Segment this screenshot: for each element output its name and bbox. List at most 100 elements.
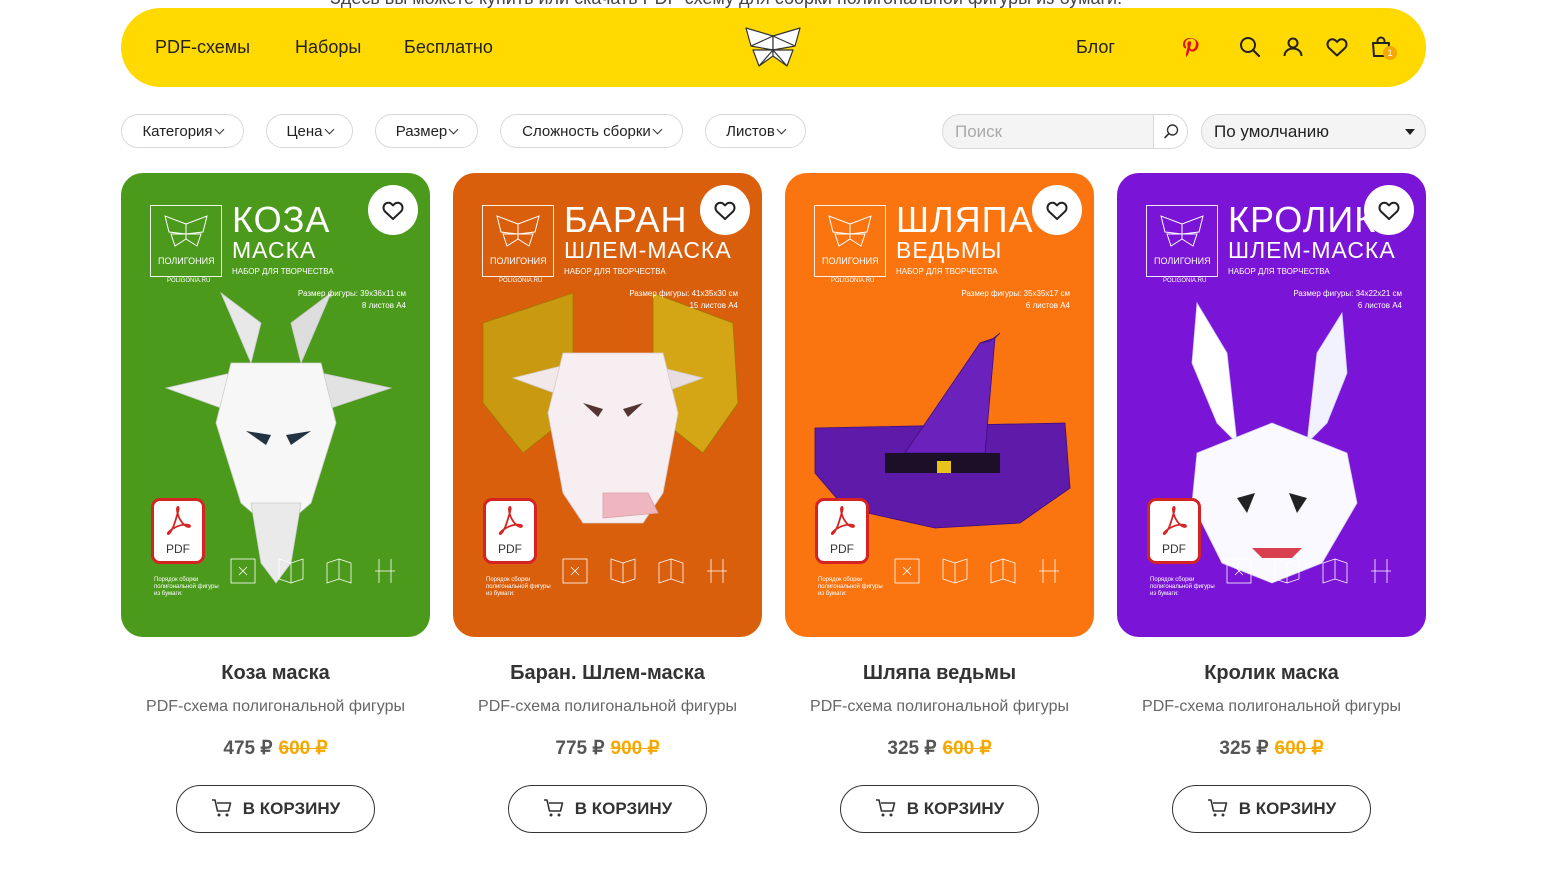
product-subtitle: PDF-схема полигональной фигуры <box>478 698 737 715</box>
pdf-label: PDF <box>166 542 190 556</box>
assembly-steps-icons <box>894 558 1059 584</box>
nav-pdf-schemes[interactable]: PDF-схемы <box>155 37 250 58</box>
poster-subtitle: ШЛЕМ-МАСКА <box>1228 237 1396 263</box>
assembly-order-text: Порядок сборки полигональной фигуры из б… <box>486 577 551 597</box>
poster-kit-label: НАБОР ДЛЯ ТВОРЧЕСТВА <box>232 267 334 276</box>
add-to-cart-button[interactable]: В КОРЗИНУ <box>840 785 1039 833</box>
product-name[interactable]: Кролик маска <box>1117 662 1426 685</box>
filter-difficulty[interactable]: Сложность сборки <box>500 114 683 148</box>
filter-sheets[interactable]: Листов <box>705 114 806 148</box>
brand-name: ПОЛИГОНИЯ <box>822 256 879 266</box>
product-name[interactable]: Коза маска <box>121 662 430 685</box>
product-name[interactable]: Баран. Шлем-маска <box>453 662 762 685</box>
pdf-file-icon: PDF <box>483 498 537 564</box>
poster-title: КРОЛИК <box>1228 199 1377 240</box>
add-to-cart-button[interactable]: В КОРЗИНУ <box>1172 785 1371 833</box>
add-to-cart-label: В КОРЗИНУ <box>1238 799 1337 818</box>
chevron-down-icon <box>214 124 225 135</box>
butterfly-icon <box>164 215 208 247</box>
heart-icon <box>1046 201 1068 220</box>
pdf-label: PDF <box>830 542 854 556</box>
illustration-facet <box>290 291 332 365</box>
nav-blog[interactable]: Блог <box>1076 37 1115 58</box>
brand-site: POLIGONIA.RU <box>1163 278 1207 284</box>
add-to-cart-button[interactable]: В КОРЗИНУ <box>508 785 707 833</box>
illustration-facet <box>220 291 262 365</box>
site-header: PDF-схемы Наборы Бесплатно Блог 1 <box>121 8 1426 87</box>
sort-select-value: По умолчанию <box>1214 122 1329 141</box>
favorite-button[interactable] <box>1364 185 1414 235</box>
poster-subtitle: ВЕДЬМЫ <box>896 237 1003 263</box>
poster-sheets-text: 8 листов А4 <box>361 301 406 310</box>
filter-size[interactable]: Размер <box>375 114 478 148</box>
butterfly-icon <box>828 215 872 247</box>
current-price: 475 ₽ <box>223 738 273 759</box>
heart-icon[interactable] <box>1325 35 1349 59</box>
filter-price-label: Цена <box>286 123 323 140</box>
chevron-down-icon <box>324 124 334 135</box>
current-price: 325 ₽ <box>887 738 937 759</box>
brand-site: POLIGONIA.RU <box>167 278 211 284</box>
add-to-cart-label: В КОРЗИНУ <box>242 799 341 818</box>
add-to-cart-button[interactable]: В КОРЗИНУ <box>176 785 375 833</box>
search-input[interactable] <box>943 115 1153 148</box>
product-card-4: ПОЛИГОНИЯ POLIGONIA.RU КРОЛИК ШЛЕМ-МАСКА… <box>1117 173 1426 833</box>
chevron-down-icon <box>448 124 459 135</box>
old-price: 900 ₽ <box>610 738 660 759</box>
product-image[interactable]: ПОЛИГОНИЯ POLIGONIA.RU БАРАН ШЛЕМ-МАСКА … <box>453 173 762 637</box>
product-subtitle: PDF-схема полигональной фигуры <box>146 698 405 715</box>
poster-kit-label: НАБОР ДЛЯ ТВОРЧЕСТВА <box>896 267 998 276</box>
product-image[interactable]: ПОЛИГОНИЯ POLIGONIA.RU КРОЛИК ШЛЕМ-МАСКА… <box>1117 173 1426 637</box>
product-image[interactable]: ПОЛИГОНИЯ POLIGONIA.RU КОЗА МАСКА НАБОР … <box>121 173 430 637</box>
illustration-facet <box>904 337 996 454</box>
poster-size-text: Размер фигуры: 34х22х21 см <box>1293 289 1402 298</box>
add-to-cart-label: В КОРЗИНУ <box>906 799 1005 818</box>
poster-size-text: Размер фигуры: 41х35х30 см <box>629 289 738 298</box>
assembly-order-text: Порядок сборки полигональной фигуры из б… <box>1150 577 1215 597</box>
poster-sheets-text: 15 листов А4 <box>689 301 738 310</box>
filter-sheets-label: Листов <box>726 123 775 140</box>
poster-title: ШЛЯПА <box>896 199 1034 240</box>
filter-price[interactable]: Цена <box>266 114 353 148</box>
sort-select[interactable]: По умолчанию <box>1201 114 1426 149</box>
brand-name: ПОЛИГОНИЯ <box>490 256 547 266</box>
poster-sheets-text: 6 листов А4 <box>1357 301 1402 310</box>
pdf-file-icon: PDF <box>1147 498 1201 564</box>
user-icon[interactable] <box>1281 35 1305 59</box>
poster-subtitle: МАСКА <box>232 237 317 263</box>
cart-icon <box>875 798 896 817</box>
current-price: 325 ₽ <box>1219 738 1269 759</box>
favorite-button[interactable] <box>700 185 750 235</box>
filter-category[interactable]: Категория <box>121 114 244 148</box>
search-icon <box>1164 124 1179 139</box>
product-price: 325 ₽600 ₽ <box>785 737 1094 760</box>
search-icon[interactable] <box>1238 35 1262 59</box>
product-image[interactable]: ПОЛИГОНИЯ POLIGONIA.RU ШЛЯПА ВЕДЬМЫ НАБО… <box>785 173 1094 637</box>
filter-difficulty-label: Сложность сборки <box>522 123 651 140</box>
filter-size-label: Размер <box>395 123 448 140</box>
old-price: 600 ₽ <box>942 738 992 759</box>
poster-size-text: Размер фигуры: 35х35х17 см <box>961 289 1070 298</box>
product-name[interactable]: Шляпа ведьмы <box>785 662 1094 685</box>
brand-logo-box <box>482 205 554 277</box>
brand-logo-box <box>150 205 222 277</box>
assembly-order-text: Порядок сборки полигональной фигуры из б… <box>818 577 883 597</box>
pinterest-icon[interactable] <box>1179 35 1203 59</box>
brand-site: POLIGONIA.RU <box>831 278 875 284</box>
search-box <box>942 114 1188 149</box>
brand-logo-box <box>1146 205 1218 277</box>
butterfly-logo-icon[interactable] <box>743 24 803 70</box>
current-price: 775 ₽ <box>555 738 605 759</box>
favorite-button[interactable] <box>1032 185 1082 235</box>
brand-site: POLIGONIA.RU <box>499 278 543 284</box>
add-to-cart-label: В КОРЗИНУ <box>574 799 673 818</box>
chevron-down-icon <box>652 124 663 135</box>
illustration-facet <box>320 372 393 409</box>
product-card-3: ПОЛИГОНИЯ POLIGONIA.RU ШЛЯПА ВЕДЬМЫ НАБО… <box>785 173 1094 833</box>
chevron-down-icon <box>776 124 787 135</box>
favorite-button[interactable] <box>368 185 418 235</box>
nav-free[interactable]: Бесплатно <box>404 37 493 58</box>
pdf-file-icon: PDF <box>815 498 869 564</box>
search-button[interactable] <box>1154 115 1187 148</box>
nav-sets[interactable]: Наборы <box>295 37 361 58</box>
